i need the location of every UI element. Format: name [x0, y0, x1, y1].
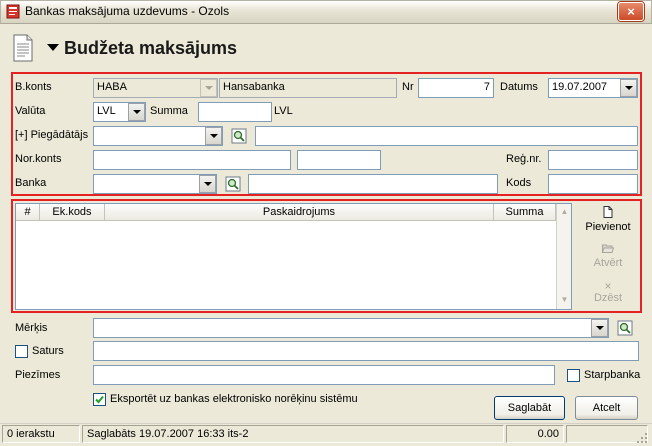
piegadatajs-dropdown-button[interactable]	[205, 127, 222, 145]
norkonts-label: Nor.konts	[15, 153, 62, 165]
nr-field[interactable]: 7	[418, 78, 494, 98]
chevron-down-icon	[595, 325, 604, 330]
scroll-down-icon[interactable]: ▼	[558, 293, 571, 307]
column-header[interactable]: Paskaidrojums	[105, 204, 494, 221]
piegadatajs-name-field[interactable]	[255, 126, 638, 146]
open-button[interactable]: Atvērt	[578, 243, 638, 269]
summa-label: Summa	[150, 105, 188, 117]
banka-dropdown-button[interactable]	[199, 175, 216, 193]
piegadatajs-select[interactable]	[93, 126, 223, 146]
column-header[interactable]: Summa	[494, 204, 556, 221]
starpbanka-label[interactable]: Starpbanka	[584, 369, 640, 381]
status-saved: Saglabāts 19.07.2007 16:33 its-2	[82, 425, 504, 443]
add-button[interactable]: Pievienot	[578, 206, 638, 233]
regnr-label: Reģ.nr.	[506, 153, 542, 165]
status-records: 0 ierakstu	[2, 425, 80, 443]
piezimes-label: Piezīmes	[15, 369, 61, 381]
scroll-up-icon[interactable]: ▲	[558, 205, 571, 219]
new-document-icon	[603, 206, 613, 218]
delete-button[interactable]: × Dzēst	[578, 280, 638, 304]
regnr-field[interactable]	[548, 150, 638, 170]
grid-scrollbar[interactable]: ▲ ▼	[556, 204, 571, 309]
valuta-label: Valūta	[15, 105, 46, 117]
nr-label: Nr	[402, 81, 414, 93]
bkonts-dropdown-button[interactable]	[200, 79, 217, 97]
close-button[interactable]: ×	[618, 2, 644, 21]
export-label[interactable]: Eksportēt uz bankas elektronisko norēķin…	[110, 393, 358, 405]
save-button[interactable]: Saglabāt	[494, 396, 565, 420]
bank-name-field: Hansabanka	[219, 78, 397, 98]
piegadatajs-label[interactable]: [+] Piegādātājs	[15, 129, 88, 141]
norkonts-extra-field[interactable]	[297, 150, 381, 170]
column-header[interactable]: #	[16, 204, 40, 221]
export-checkbox[interactable]	[93, 393, 106, 406]
merkis-select[interactable]	[93, 318, 609, 338]
merkis-label: Mērķis	[15, 322, 48, 334]
banka-label: Banka	[15, 177, 47, 189]
page-title: Budžeta maksājums	[64, 38, 238, 58]
valuta-dropdown-button[interactable]	[128, 103, 145, 121]
piezimes-field[interactable]	[93, 365, 555, 385]
status-total: 0.00	[506, 425, 564, 443]
chevron-down-icon	[204, 85, 213, 90]
saturs-field[interactable]	[93, 341, 639, 361]
saturs-checkbox[interactable]	[15, 345, 28, 358]
kods-label: Kods	[506, 177, 532, 189]
saturs-label[interactable]: Saturs	[32, 345, 64, 357]
window-title: Bankas maksājuma uzdevums - Ozols	[25, 4, 230, 18]
delete-x-icon: ×	[604, 279, 612, 293]
summa-field[interactable]	[198, 102, 272, 122]
bkonts-label: B.konts	[15, 81, 52, 93]
summa-currency-label: LVL	[274, 105, 293, 117]
norkonts-field[interactable]	[93, 150, 291, 170]
checkmark-icon	[95, 395, 104, 404]
chevron-down-icon	[624, 85, 633, 90]
resize-grip-icon[interactable]	[636, 432, 648, 444]
merkis-dropdown-button[interactable]	[591, 319, 608, 337]
datums-label: Datums	[500, 81, 538, 93]
kods-field[interactable]	[548, 174, 638, 194]
lines-grid[interactable]: # Ek.kods Paskaidrojums Summa ▲ ▼	[15, 203, 572, 310]
column-header[interactable]: Ek.kods	[40, 204, 105, 221]
cancel-button[interactable]: Atcelt	[575, 396, 638, 420]
lookup-search-icon[interactable]	[231, 128, 247, 144]
lookup-search-icon[interactable]	[225, 176, 241, 192]
starpbanka-checkbox[interactable]	[567, 369, 580, 382]
lookup-search-icon[interactable]	[617, 320, 633, 336]
app-icon	[6, 4, 20, 19]
chevron-down-icon	[209, 133, 218, 138]
open-folder-icon	[601, 244, 615, 253]
chevron-down-icon	[203, 181, 212, 186]
banka-name-field[interactable]	[248, 174, 498, 194]
menu-caret-icon[interactable]	[47, 44, 59, 52]
datums-dropdown-button[interactable]	[620, 79, 637, 97]
chevron-down-icon	[132, 109, 141, 114]
document-icon	[13, 34, 33, 62]
